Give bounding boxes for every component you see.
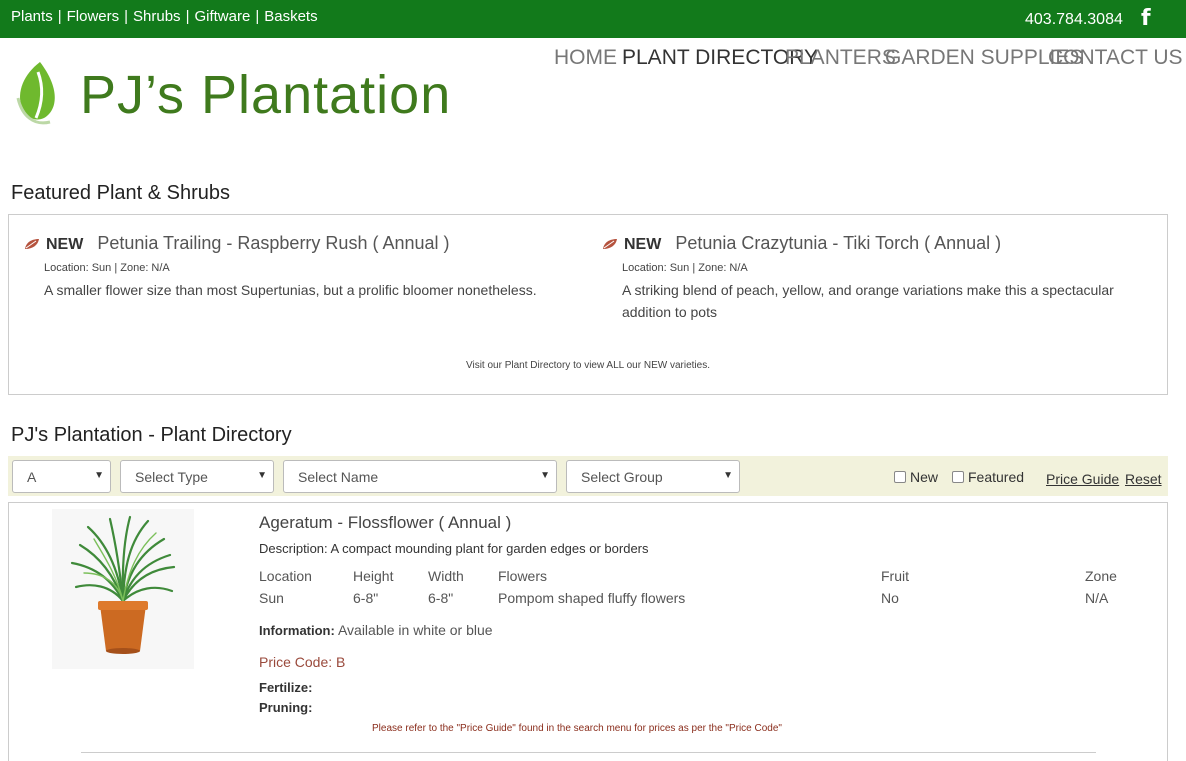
nav-planters[interactable]: PLANTERS — [785, 46, 896, 70]
new-filter-label: New — [910, 469, 939, 485]
group-select[interactable]: Select Group ▼ — [566, 460, 740, 493]
link-flowers[interactable]: Flowers — [67, 8, 120, 25]
plant-result: Ageratum - Flossflower ( Annual ) Descri… — [8, 502, 1168, 761]
divider — [81, 752, 1096, 753]
reset-link[interactable]: Reset — [1125, 471, 1162, 487]
featured-location: Location: Sun | Zone: N/A — [44, 262, 170, 274]
featured-filter-checkbox[interactable]: Featured — [952, 469, 1024, 485]
featured-filter-label: Featured — [968, 469, 1025, 485]
brand-name: PJ’s Plantation — [80, 65, 452, 125]
category-links: Plants | Flowers | Shrubs | Giftware | Baskets — [11, 8, 318, 25]
leaf-icon — [603, 239, 617, 249]
new-filter-checkbox[interactable]: New — [894, 469, 938, 485]
value-flowers: Pompom shaped fluffy flowers — [498, 590, 686, 606]
separator: | — [255, 8, 260, 25]
price-guide-link[interactable]: Price Guide — [1046, 471, 1119, 487]
group-select-value: Select Group — [581, 469, 663, 485]
fertilize-label: Fertilize: — [259, 680, 313, 695]
top-bar: Plants | Flowers | Shrubs | Giftware | Baskets 4… — [0, 0, 1186, 38]
plant-title[interactable]: Ageratum - Flossflower ( Annual ) — [259, 513, 511, 533]
separator: | — [124, 8, 129, 25]
letter-select[interactable]: A ▼ — [12, 460, 111, 493]
column-header-location: Location — [259, 568, 312, 584]
name-select-value: Select Name — [298, 469, 379, 485]
leaf-icon — [25, 239, 39, 249]
featured-panel: NEW Petunia Trailing - Raspberry Rush ( A… — [8, 214, 1168, 395]
value-height: 6-8" — [353, 590, 379, 606]
dropdown-arrow-icon: ▼ — [257, 470, 267, 481]
featured-heading: Featured Plant & Shrubs — [11, 182, 231, 204]
featured-title[interactable]: Petunia Trailing - Raspberry Rush ( Annu… — [97, 233, 449, 253]
value-zone: N/A — [1085, 590, 1109, 606]
value-width: 6-8" — [428, 590, 454, 606]
new-badge: NEW — [624, 236, 662, 253]
column-header-fruit: Fruit — [881, 568, 909, 584]
column-header-flowers: Flowers — [498, 568, 548, 584]
featured-item: NEW Petunia Crazytunia - Tiki Torch ( Ann… — [602, 233, 1122, 323]
leaf-logo-icon — [16, 62, 55, 125]
value-location: Sun — [259, 590, 284, 606]
plant-image[interactable] — [52, 509, 194, 669]
checkbox-icon[interactable] — [952, 471, 964, 483]
price-guide-note: Please refer to the "Price Guide" found … — [372, 723, 782, 734]
pruning-label: Pruning: — [259, 700, 313, 715]
facebook-icon[interactable]: f — [1141, 6, 1151, 31]
letter-select-value: A — [27, 469, 37, 485]
filter-bar: A ▼ Select Type ▼ Select Name ▼ Select Grou… — [8, 456, 1168, 496]
featured-location: Location: Sun | Zone: N/A — [622, 262, 748, 274]
information-value: Available in white or blue — [337, 622, 493, 638]
featured-title[interactable]: Petunia Crazytunia - Tiki Torch ( Annual… — [675, 233, 1001, 253]
new-badge: NEW — [46, 236, 84, 253]
type-select[interactable]: Select Type ▼ — [120, 460, 274, 493]
visit-directory-note: Visit our Plant Directory to view ALL ou… — [466, 360, 710, 371]
link-baskets[interactable]: Baskets — [264, 8, 317, 25]
link-giftware[interactable]: Giftware — [194, 8, 250, 25]
separator: | — [57, 8, 62, 25]
information-label: Information: — [259, 623, 335, 638]
separator: | — [185, 8, 190, 25]
link-plants[interactable]: Plants — [11, 8, 53, 25]
phone-number[interactable]: 403.784.3084 — [1025, 11, 1123, 29]
column-header-height: Height — [353, 568, 394, 584]
type-select-value: Select Type — [135, 469, 208, 485]
featured-item: NEW Petunia Trailing - Raspberry Rush ( A… — [24, 233, 544, 301]
dropdown-arrow-icon: ▼ — [94, 470, 104, 481]
price-code: Price Code: B — [259, 654, 346, 670]
featured-description: A striking blend of peach, yellow, and o… — [622, 282, 1114, 320]
column-header-zone: Zone — [1085, 568, 1117, 584]
plant-information: Information: Available in white or blue — [259, 622, 493, 638]
dropdown-arrow-icon: ▼ — [723, 470, 733, 481]
nav-home[interactable]: HOME — [554, 46, 617, 70]
checkbox-icon[interactable] — [894, 471, 906, 483]
featured-description: A smaller flower size than most Supertun… — [44, 282, 537, 298]
site-logo[interactable]: PJ’s Plantation — [8, 50, 478, 140]
dropdown-arrow-icon: ▼ — [540, 470, 550, 481]
nav-contact-us[interactable]: CONTACT US — [1048, 46, 1183, 70]
directory-heading: PJ's Plantation - Plant Directory — [11, 424, 292, 446]
link-shrubs[interactable]: Shrubs — [133, 8, 181, 25]
name-select[interactable]: Select Name ▼ — [283, 460, 557, 493]
plant-description: Description: A compact mounding plant fo… — [259, 541, 649, 556]
value-fruit: No — [881, 590, 899, 606]
column-header-width: Width — [428, 568, 464, 584]
